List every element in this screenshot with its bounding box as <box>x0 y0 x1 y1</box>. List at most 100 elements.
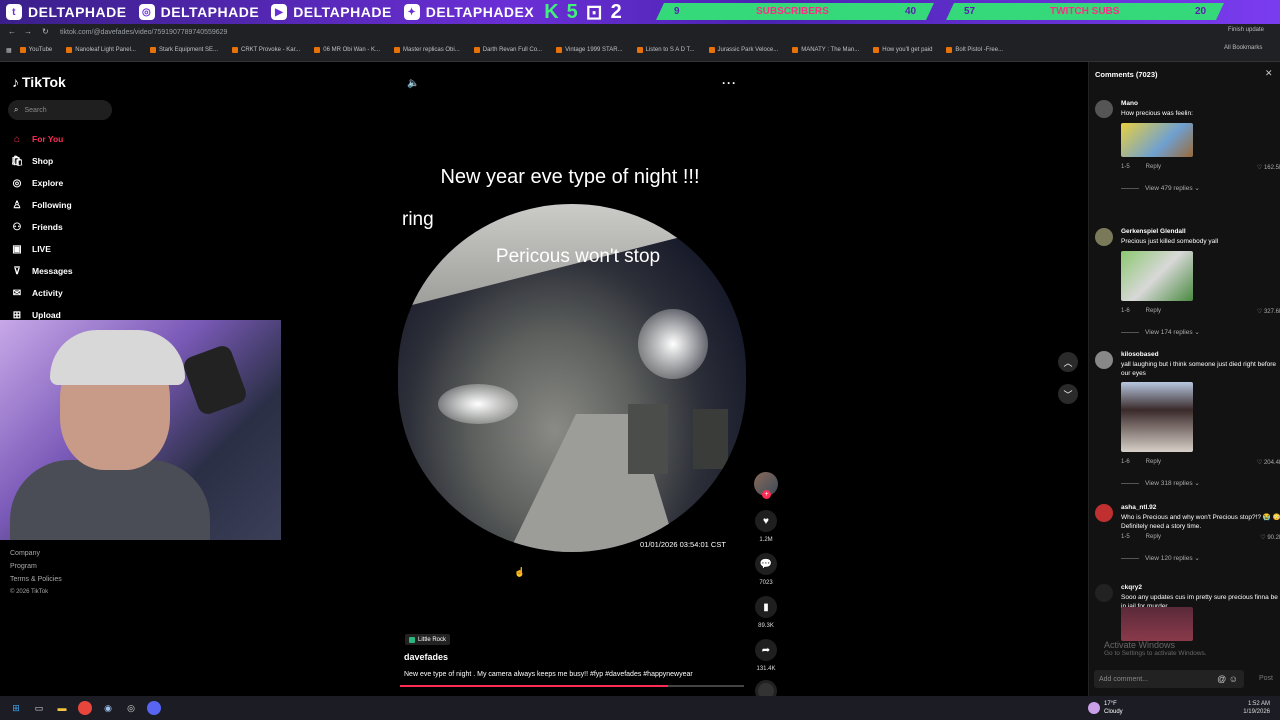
view-replies-button[interactable]: View 318 replies ⌄ <box>1121 479 1200 487</box>
heart-icon[interactable]: ♥ <box>755 510 777 532</box>
comment-image[interactable] <box>1121 382 1193 452</box>
comment-text: How precious was feelin: <box>1121 110 1193 117</box>
sidebar-item-shop[interactable]: 🛍 Shop <box>10 150 73 172</box>
sidebar-item-activity[interactable]: ✉ Activity <box>10 282 73 304</box>
system-clock[interactable]: 1:52 AM 1/19/2026 <box>1243 700 1270 716</box>
tiktok-logo[interactable]: ♪ TikTok <box>12 74 66 90</box>
bookmark-item[interactable]: Bolt Pistol -Free... <box>946 47 1003 53</box>
upload-icon: ⊞ <box>12 309 22 321</box>
comment-like[interactable]: ♡ 204.4K <box>1257 459 1280 466</box>
reload-icon[interactable]: ↻ <box>42 27 49 36</box>
comment-image[interactable] <box>1121 251 1193 301</box>
next-video-button[interactable]: ﹀ <box>1058 384 1078 404</box>
comment-avatar[interactable] <box>1095 351 1113 369</box>
bookmark-item[interactable]: Master replicas Obi... <box>394 47 460 53</box>
reply-button[interactable]: Reply <box>1146 534 1161 540</box>
bookmark-item[interactable]: How you'll get paid <box>873 47 932 53</box>
steam-icon[interactable]: ◉ <box>101 701 115 715</box>
bookmark-item[interactable]: Stark Equipment SE... <box>149 47 218 53</box>
comment-avatar[interactable] <box>1095 100 1113 118</box>
forward-icon[interactable]: → <box>24 27 32 36</box>
bookmark-item[interactable]: YouTube <box>19 47 52 53</box>
close-icon[interactable]: ✕ <box>1265 68 1273 79</box>
reply-button[interactable]: Reply <box>1146 308 1161 314</box>
subs-current: 9 <box>674 6 680 17</box>
share-icon[interactable]: ➦ <box>755 639 777 661</box>
sidebar-item-live[interactable]: ▣ LIVE <box>10 238 73 260</box>
comment-username[interactable]: Gerkenspiel Glendall <box>1121 228 1186 235</box>
comment-username[interactable]: asha_ntl.92 <box>1121 504 1156 511</box>
chrome-icon[interactable] <box>78 701 92 715</box>
comment-username[interactable]: Mano <box>1121 100 1138 107</box>
emoji-icon[interactable]: @ ☺ <box>1217 674 1238 684</box>
comment-avatar[interactable] <box>1095 504 1113 522</box>
view-replies-button[interactable]: View 174 replies ⌄ <box>1121 328 1200 336</box>
sidebar-item-friends[interactable]: ⚇ Friends <box>10 216 73 238</box>
bookmark-item[interactable]: MANATY : The Man... <box>792 47 859 53</box>
comment-image[interactable] <box>1121 123 1193 157</box>
comment-date: 1-5 <box>1121 534 1130 540</box>
file-explorer-icon[interactable]: ▬ <box>55 701 69 715</box>
location-tag[interactable]: Little Rock <box>405 634 451 645</box>
apps-icon[interactable]: ▦ <box>6 47 12 54</box>
video-author[interactable]: davefades <box>404 652 448 662</box>
bookmark-item[interactable]: 06 MR Obi Wan - K... <box>314 47 380 53</box>
all-bookmarks[interactable]: All Bookmarks <box>1224 45 1262 51</box>
comment-like[interactable]: ♡ 90.2K <box>1260 534 1280 541</box>
comment-username[interactable]: ckqry2 <box>1121 584 1142 591</box>
add-comment-input[interactable]: Add comment... @ ☺ <box>1094 670 1244 688</box>
reply-button[interactable]: Reply <box>1146 459 1161 465</box>
back-icon[interactable]: ← <box>8 27 16 36</box>
comment-avatar[interactable] <box>1095 228 1113 246</box>
sidebar-item-messages[interactable]: ⊽ Messages <box>10 260 72 282</box>
comment-like[interactable]: ♡ 162.5K <box>1257 164 1280 171</box>
search-input[interactable]: ⌕ Search <box>8 100 112 120</box>
sidebar-item-for-you[interactable]: ⌂ For You <box>10 128 73 150</box>
save-action: ▮ 89.3K <box>752 596 780 629</box>
task-view-icon[interactable]: ▭ <box>32 701 46 715</box>
car-headlights <box>438 384 518 424</box>
sidebar-item-explore[interactable]: ◎ Explore <box>10 172 73 194</box>
browser-chrome: ← → ↻ tiktok.com/@davefades/video/759190… <box>0 24 1280 62</box>
weather-widget[interactable]: 17°F Cloudy <box>1088 700 1123 716</box>
video-progress-bar[interactable] <box>400 685 744 687</box>
more-options-icon[interactable]: ··· <box>722 76 737 90</box>
footer-program[interactable]: Program <box>10 563 62 576</box>
bookmark-item[interactable]: Listen to S A D T... <box>636 47 695 53</box>
footer-company[interactable]: Company <box>10 550 62 563</box>
start-icon[interactable]: ⊞ <box>9 701 23 715</box>
comment-date: 1-6 <box>1121 459 1130 465</box>
comment-icon[interactable]: 💬 <box>755 553 777 575</box>
follow-plus-icon[interactable]: + <box>762 490 771 499</box>
author-avatar[interactable]: + <box>754 472 778 499</box>
finish-update-button[interactable]: Finish update <box>1228 27 1264 33</box>
bookmark-favicon-icon <box>873 47 880 53</box>
bookmark-item[interactable]: Darth Revan Full Co... <box>473 47 542 53</box>
comment-username[interactable]: kilosobased <box>1121 351 1159 358</box>
sidebar-item-following[interactable]: ♙ Following <box>10 194 73 216</box>
bookmark-item[interactable]: Jurassic Park Veloce... <box>708 47 778 53</box>
chevron-down-icon: ⌄ <box>1194 329 1200 336</box>
weather-icon <box>1088 702 1100 714</box>
view-replies-button[interactable]: View 120 replies ⌄ <box>1121 554 1200 562</box>
volume-icon[interactable]: 🔈 <box>407 78 419 89</box>
reply-button[interactable]: Reply <box>1146 164 1161 170</box>
comment-avatar[interactable] <box>1095 584 1113 602</box>
comment-text: yall laughing but i think someone just d… <box>1121 361 1277 377</box>
view-replies-button[interactable]: View 479 replies ⌄ <box>1121 184 1200 192</box>
heart-outline-icon: ♡ <box>1256 309 1264 315</box>
bookmark-favicon-icon <box>394 47 401 53</box>
discord-icon[interactable] <box>147 701 161 715</box>
obs-icon[interactable]: ◎ <box>124 701 138 715</box>
bookmark-item[interactable]: Nanoleaf Light Panel... <box>66 47 136 53</box>
comment-like[interactable]: ♡ 327.6K <box>1257 308 1280 315</box>
bookmark-item[interactable]: Vintage 1999 STAR... <box>556 47 623 53</box>
bookmark-item[interactable]: CRKT Provoke - Kar... <box>232 47 300 53</box>
comment-image[interactable] <box>1121 607 1193 641</box>
address-bar[interactable]: tiktok.com/@davefades/video/759190778974… <box>60 26 1060 40</box>
previous-video-button[interactable]: ︿ <box>1058 352 1078 372</box>
footer-terms[interactable]: Terms & Policies <box>10 576 62 589</box>
bookmark-icon[interactable]: ▮ <box>755 596 777 618</box>
kick-logo: K <box>544 0 559 23</box>
post-button[interactable]: Post <box>1259 675 1273 682</box>
